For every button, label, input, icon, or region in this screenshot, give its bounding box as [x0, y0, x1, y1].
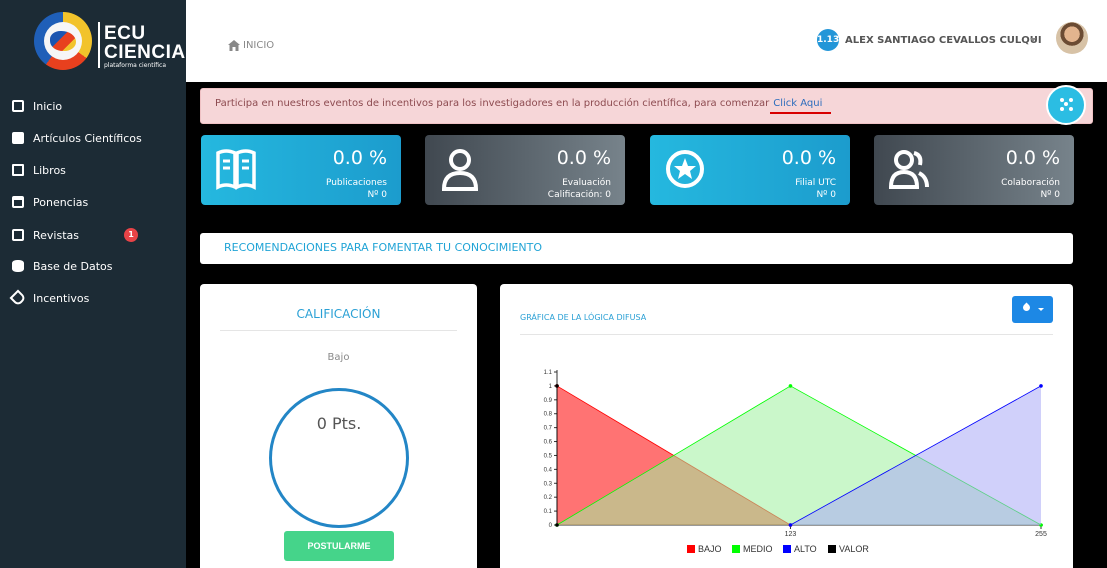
sidebar-item-base-de-datos[interactable]: Base de Datos: [0, 251, 186, 281]
avatar[interactable]: [1056, 22, 1088, 54]
points-ring: 0 Pts.: [269, 388, 409, 528]
recommendations-bar[interactable]: RECOMENDACIONES PARA FOMENTAR TU CONOCIM…: [200, 233, 1073, 264]
card-value: Nº 0: [367, 190, 387, 200]
sidebar-item-revistas[interactable]: Revistas 1: [0, 220, 186, 250]
calendar-icon: [12, 196, 24, 208]
alert-link[interactable]: Click Aqui: [773, 98, 822, 109]
network-button[interactable]: [1046, 85, 1086, 125]
stat-card-evaluacion[interactable]: 0.0 % Evaluación Calificación: 0: [425, 135, 625, 205]
book-open-icon: [216, 149, 256, 190]
sidebar-item-label: Ponencias: [33, 195, 89, 209]
card-value: Nº 0: [816, 190, 836, 200]
card-percent: 0.0 %: [556, 147, 611, 169]
data-point-valor: [555, 523, 559, 527]
fuzzy-chart-panel: GRÁFICA DE LA LÓGICA DIFUSA 0 0.1 0.2 0.3 0.…: [500, 284, 1073, 568]
y-tick-label: 0.9: [544, 398, 553, 404]
home-icon: [228, 40, 240, 51]
sidebar-item-label: Artículos Científicos: [33, 131, 142, 145]
database-icon: [12, 260, 24, 272]
square-icon: [12, 100, 24, 112]
logo-emblem: [34, 12, 92, 70]
level-badge: 1.13: [817, 29, 839, 51]
y-tick-label: 1.1: [544, 370, 553, 376]
y-tick-label: 0.5: [544, 453, 553, 459]
revistas-badge: 1: [124, 228, 138, 242]
breadcrumb[interactable]: INICIO: [243, 40, 274, 51]
logo-text: CIENCIA: [104, 42, 186, 63]
card-value: Nº 0: [1040, 190, 1060, 200]
x-tick-label: 255: [1035, 531, 1047, 538]
sidebar: ECU CIENCIA plataforma científica Inicio…: [0, 0, 186, 568]
alert-text: Participa en nuestros eventos de incenti…: [215, 98, 770, 109]
logo-divider: [98, 22, 100, 68]
data-point-medio: [788, 384, 793, 388]
rating-points: 0 Pts.: [316, 414, 362, 433]
x-tick-label: 123: [785, 531, 797, 538]
network-icon: [1060, 98, 1064, 102]
card-value: Calificación: 0: [547, 190, 611, 200]
rating-level: Bajo: [327, 352, 350, 363]
sidebar-item-inicio[interactable]: Inicio: [0, 91, 186, 121]
book-icon: [12, 164, 24, 176]
sidebar-item-label: Incentivos: [33, 291, 90, 305]
y-tick-label: 0.6: [544, 440, 553, 446]
legend-swatch: [687, 545, 695, 553]
y-tick-label: 1: [549, 384, 553, 390]
incentive-alert: Participa en nuestros eventos de incenti…: [200, 88, 1093, 124]
users-icon: [889, 150, 929, 189]
logo-subtitle: plataforma científica: [104, 62, 166, 69]
data-point-alto: [788, 523, 793, 527]
fuzzy-logic-chart: 0 0.1 0.2 0.3 0.4 0.5 0.6 0.7 0.8 0.9 1 1.1 123 255 BA…: [544, 370, 1047, 554]
rating-panel: CALIFICACIÓN Bajo 0 Pts. POSTULARME: [200, 284, 477, 568]
star-circle-icon: [666, 150, 704, 188]
legend-label: MEDIO: [743, 544, 773, 554]
y-tick-label: 0: [549, 523, 553, 529]
sidebar-item-libros[interactable]: Libros: [0, 155, 186, 185]
legend-label: ALTO: [794, 544, 817, 554]
stat-card-filial-utc[interactable]: 0.0 % Filial UTC Nº 0: [650, 135, 850, 205]
tag-icon: [9, 289, 27, 307]
legend-label: VALOR: [839, 544, 869, 554]
card-label: Filial UTC: [795, 178, 836, 188]
legend-swatch: [783, 545, 791, 553]
divider: [220, 330, 457, 331]
logo[interactable]: ECU CIENCIA plataforma científica: [0, 0, 186, 82]
card-label: Evaluación: [562, 178, 611, 188]
legend-swatch: [828, 545, 836, 553]
logo-text: ECU: [104, 23, 146, 44]
chevron-down-icon[interactable]: [1030, 38, 1036, 42]
sidebar-item-label: Base de Datos: [33, 259, 113, 273]
data-point-alto: [1039, 384, 1043, 388]
topbar: INICIO 1.13 ALEX SANTIAGO CEVALLOS CULQU…: [186, 0, 1107, 82]
sidebar-item-ponencias[interactable]: Ponencias: [0, 187, 186, 217]
user-menu[interactable]: ALEX SANTIAGO CEVALLOS CULQUI: [845, 35, 1042, 46]
sidebar-item-label: Inicio: [33, 99, 63, 113]
card-label: Publicaciones: [325, 178, 387, 188]
stat-card-colaboracion[interactable]: 0.0 % Colaboración Nº 0: [874, 135, 1074, 205]
legend-swatch: [732, 545, 740, 553]
y-tick-label: 0.3: [544, 481, 553, 487]
sidebar-item-label: Revistas: [33, 228, 79, 242]
edit-icon: [12, 132, 24, 144]
rating-title: CALIFICACIÓN: [296, 307, 381, 321]
y-tick-label: 0.7: [544, 426, 553, 432]
card-label: Colaboración: [1001, 178, 1060, 188]
legend-label: BAJO: [698, 544, 722, 554]
card-percent: 0.0 %: [1005, 147, 1060, 169]
y-tick-label: 0.4: [544, 467, 553, 473]
y-tick-label: 0.1: [544, 509, 553, 515]
newspaper-icon: [12, 229, 24, 241]
data-point-valor: [555, 384, 559, 388]
card-percent: 0.0 %: [332, 147, 387, 169]
y-tick-label: 0.8: [544, 412, 553, 418]
card-percent: 0.0 %: [781, 147, 836, 169]
sidebar-item-label: Libros: [33, 163, 66, 177]
stat-card-publicaciones[interactable]: 0.0 % Publicaciones Nº 0: [201, 135, 401, 205]
user-icon: [441, 149, 479, 191]
alert-link-underline: [770, 112, 831, 114]
y-tick-label: 0.2: [544, 495, 553, 501]
sidebar-item-incentivos[interactable]: Incentivos: [0, 283, 186, 313]
postularme-button[interactable]: POSTULARME: [284, 531, 394, 561]
sidebar-item-articulos[interactable]: Artículos Científicos: [0, 123, 186, 153]
